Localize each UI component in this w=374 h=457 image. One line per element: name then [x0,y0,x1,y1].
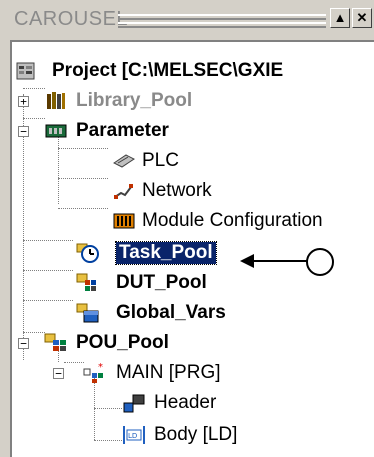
network-icon [114,184,133,199]
tree-connector [23,240,73,241]
tree-item-label: Project [C:\MELSEC\GXIE [52,60,284,81]
title-grip[interactable] [118,14,326,28]
svg-text:*: * [98,362,103,373]
tree-connector [64,362,84,363]
window-title: CAROUSEL [14,8,129,30]
tree-item-label: Module Configuration [142,210,323,231]
title-bar[interactable]: CAROUSEL ▲ ✕ [0,0,374,40]
tree-connector [94,408,122,409]
dut-icon [76,273,96,291]
program-icon: * [83,362,103,383]
tree-item-label: POU_Pool [76,332,169,353]
tree-connector [58,208,108,209]
tree-connector [58,148,108,149]
ladder-body-icon: LD [123,426,145,444]
expand-toggle[interactable]: + [18,96,29,107]
close-button[interactable]: ✕ [352,8,372,28]
tree-item-label: MAIN [PRG] [116,362,221,383]
tree-connector [23,332,45,333]
tree-item-label: DUT_Pool [116,272,207,293]
tree-item-label: Library_Pool [76,90,193,111]
tree-item-label: Header [154,392,217,413]
collapse-toggle[interactable]: − [18,126,29,137]
parameter-chip-icon [45,124,67,138]
tree-connector [94,378,95,440]
tree-item-label: Network [142,180,212,201]
project-icon [16,62,35,80]
pou-pool-icon [44,333,66,351]
callout-circle [306,248,334,276]
carousel-window: CAROUSEL ▲ ✕ Project [C:\MELSEC\GXIE + L… [0,0,374,457]
tree-connector [23,300,73,301]
collapse-toggle[interactable]: − [18,338,29,349]
task-clock-icon [76,243,99,263]
tree-connector [94,440,122,441]
tree-item-label: Body [LD] [154,424,238,445]
tree-connector [58,178,108,179]
tree-connector [58,134,59,204]
tree-connector [23,270,73,271]
collapse-toggle[interactable]: − [53,368,64,379]
header-icon [123,394,145,413]
tree-item-label: Parameter [76,120,169,141]
callout-line [244,260,308,262]
tree-item-label: Global_Vars [116,302,226,323]
tree-item-label: PLC [142,150,179,171]
tree-item-label-selected: Task_Pool [115,241,217,265]
tree-connector [23,118,45,119]
plc-module-icon [113,154,135,168]
module-configuration-icon [113,213,135,229]
tree-connector [23,88,45,89]
library-books-icon [47,92,65,109]
collapse-button[interactable]: ▲ [330,8,350,28]
global-vars-icon [76,303,99,323]
svg-text:LD: LD [128,432,137,440]
